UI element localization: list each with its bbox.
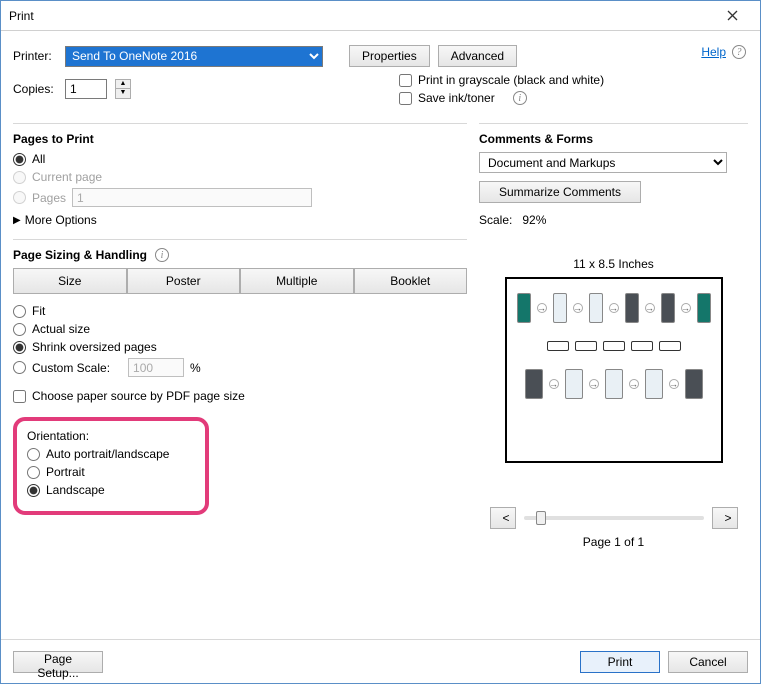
orient-landscape-radio[interactable]: [27, 484, 40, 497]
copies-label: Copies:: [13, 82, 57, 96]
comments-select[interactable]: Document and Markups: [479, 152, 727, 173]
size-tab[interactable]: Size: [13, 268, 127, 294]
orient-auto-radio[interactable]: [27, 448, 40, 461]
pages-current-label: Current page: [32, 170, 102, 184]
help-area: Help ?: [701, 45, 746, 59]
dialog-body: Help ? Printer: Send To OneNote 2016 Pro…: [1, 31, 760, 639]
preview-prev-button[interactable]: <: [490, 507, 516, 529]
orient-portrait-label: Portrait: [46, 465, 85, 479]
preview-dimensions: 11 x 8.5 Inches: [573, 257, 654, 271]
pages-range-input: [72, 188, 312, 207]
pages-all-radio[interactable]: [13, 153, 26, 166]
preview-page-label: Page 1 of 1: [583, 535, 644, 549]
sizing-title: Page Sizing & Handling: [13, 248, 147, 262]
actual-label: Actual size: [32, 322, 90, 336]
custom-scale-input[interactable]: [128, 358, 184, 377]
printer-label: Printer:: [13, 49, 57, 63]
pages-all-row[interactable]: All: [13, 152, 467, 166]
page-setup-button[interactable]: Page Setup...: [13, 651, 103, 673]
shrink-radio[interactable]: [13, 341, 26, 354]
custom-label: Custom Scale:: [32, 361, 110, 375]
triangle-right-icon: ▶: [13, 215, 21, 226]
preview-slider[interactable]: [524, 516, 704, 520]
more-options-toggle[interactable]: ▶ More Options: [13, 213, 467, 227]
orient-auto-label: Auto portrait/landscape: [46, 447, 169, 461]
choose-paper-label: Choose paper source by PDF page size: [32, 389, 245, 403]
preview-thumbnail: → → → → →: [517, 293, 711, 399]
orient-auto-row[interactable]: Auto portrait/landscape: [27, 447, 195, 461]
sizing-tabs: Size Poster Multiple Booklet: [13, 268, 467, 294]
cancel-button[interactable]: Cancel: [668, 651, 748, 673]
orientation-title: Orientation:: [27, 429, 195, 443]
save-ink-option[interactable]: Save ink/toner i: [399, 91, 604, 105]
custom-radio[interactable]: [13, 361, 26, 374]
summarize-button[interactable]: Summarize Comments: [479, 181, 641, 203]
fit-label: Fit: [32, 304, 45, 318]
slider-thumb[interactable]: [536, 511, 546, 525]
pages-range-label: Pages: [32, 191, 66, 205]
actual-row[interactable]: Actual size: [13, 322, 467, 336]
print-dialog: Print Help ? Printer: Send To OneNote 20…: [0, 0, 761, 684]
pages-current-radio: [13, 171, 26, 184]
grayscale-checkbox[interactable]: [399, 74, 412, 87]
fit-radio[interactable]: [13, 305, 26, 318]
printer-select[interactable]: Send To OneNote 2016: [65, 46, 323, 67]
sizing-info-icon[interactable]: i: [155, 248, 169, 262]
percent-label: %: [190, 361, 201, 375]
actual-radio[interactable]: [13, 323, 26, 336]
grayscale-option[interactable]: Print in grayscale (black and white): [399, 73, 604, 87]
titlebar: Print: [1, 1, 760, 31]
save-ink-label: Save ink/toner: [418, 91, 495, 105]
copies-stepper[interactable]: ▲ ▼: [115, 79, 131, 99]
advanced-button[interactable]: Advanced: [438, 45, 517, 67]
help-info-icon[interactable]: ?: [732, 45, 746, 59]
choose-paper-row[interactable]: Choose paper source by PDF page size: [13, 389, 467, 403]
pages-current-row: Current page: [13, 170, 467, 184]
dialog-footer: Page Setup... Print Cancel: [1, 639, 760, 683]
poster-tab[interactable]: Poster: [127, 268, 241, 294]
scale-value: 92%: [522, 213, 546, 227]
preview-frame: → → → → →: [505, 277, 723, 463]
preview-next-button[interactable]: >: [712, 507, 738, 529]
preview-area: 11 x 8.5 Inches → → → → →: [479, 257, 748, 549]
save-ink-info-icon[interactable]: i: [513, 91, 527, 105]
stepper-down-icon[interactable]: ▼: [116, 89, 130, 98]
choose-paper-checkbox[interactable]: [13, 390, 26, 403]
print-button[interactable]: Print: [580, 651, 660, 673]
window-title: Print: [9, 9, 712, 23]
help-link[interactable]: Help: [701, 45, 726, 59]
orient-portrait-row[interactable]: Portrait: [27, 465, 195, 479]
pages-range-row: Pages: [13, 188, 467, 207]
shrink-row[interactable]: Shrink oversized pages: [13, 340, 467, 354]
multiple-tab[interactable]: Multiple: [240, 268, 354, 294]
grayscale-label: Print in grayscale (black and white): [418, 73, 604, 87]
comments-title: Comments & Forms: [479, 132, 748, 146]
copies-input[interactable]: [65, 79, 107, 99]
orient-portrait-radio[interactable]: [27, 466, 40, 479]
pages-to-print-title: Pages to Print: [13, 132, 467, 146]
orient-landscape-label: Landscape: [46, 483, 105, 497]
fit-row[interactable]: Fit: [13, 304, 467, 318]
custom-row[interactable]: Custom Scale: %: [13, 358, 467, 377]
more-options-label: More Options: [25, 213, 97, 227]
save-ink-checkbox[interactable]: [399, 92, 412, 105]
stepper-up-icon[interactable]: ▲: [116, 80, 130, 89]
shrink-label: Shrink oversized pages: [32, 340, 157, 354]
scale-label: Scale:: [479, 213, 512, 227]
properties-button[interactable]: Properties: [349, 45, 430, 67]
pages-range-radio: [13, 191, 26, 204]
close-icon[interactable]: [712, 2, 752, 30]
booklet-tab[interactable]: Booklet: [354, 268, 468, 294]
orientation-group: Orientation: Auto portrait/landscape Por…: [13, 417, 209, 515]
orient-landscape-row[interactable]: Landscape: [27, 483, 195, 497]
pages-all-label: All: [32, 152, 45, 166]
